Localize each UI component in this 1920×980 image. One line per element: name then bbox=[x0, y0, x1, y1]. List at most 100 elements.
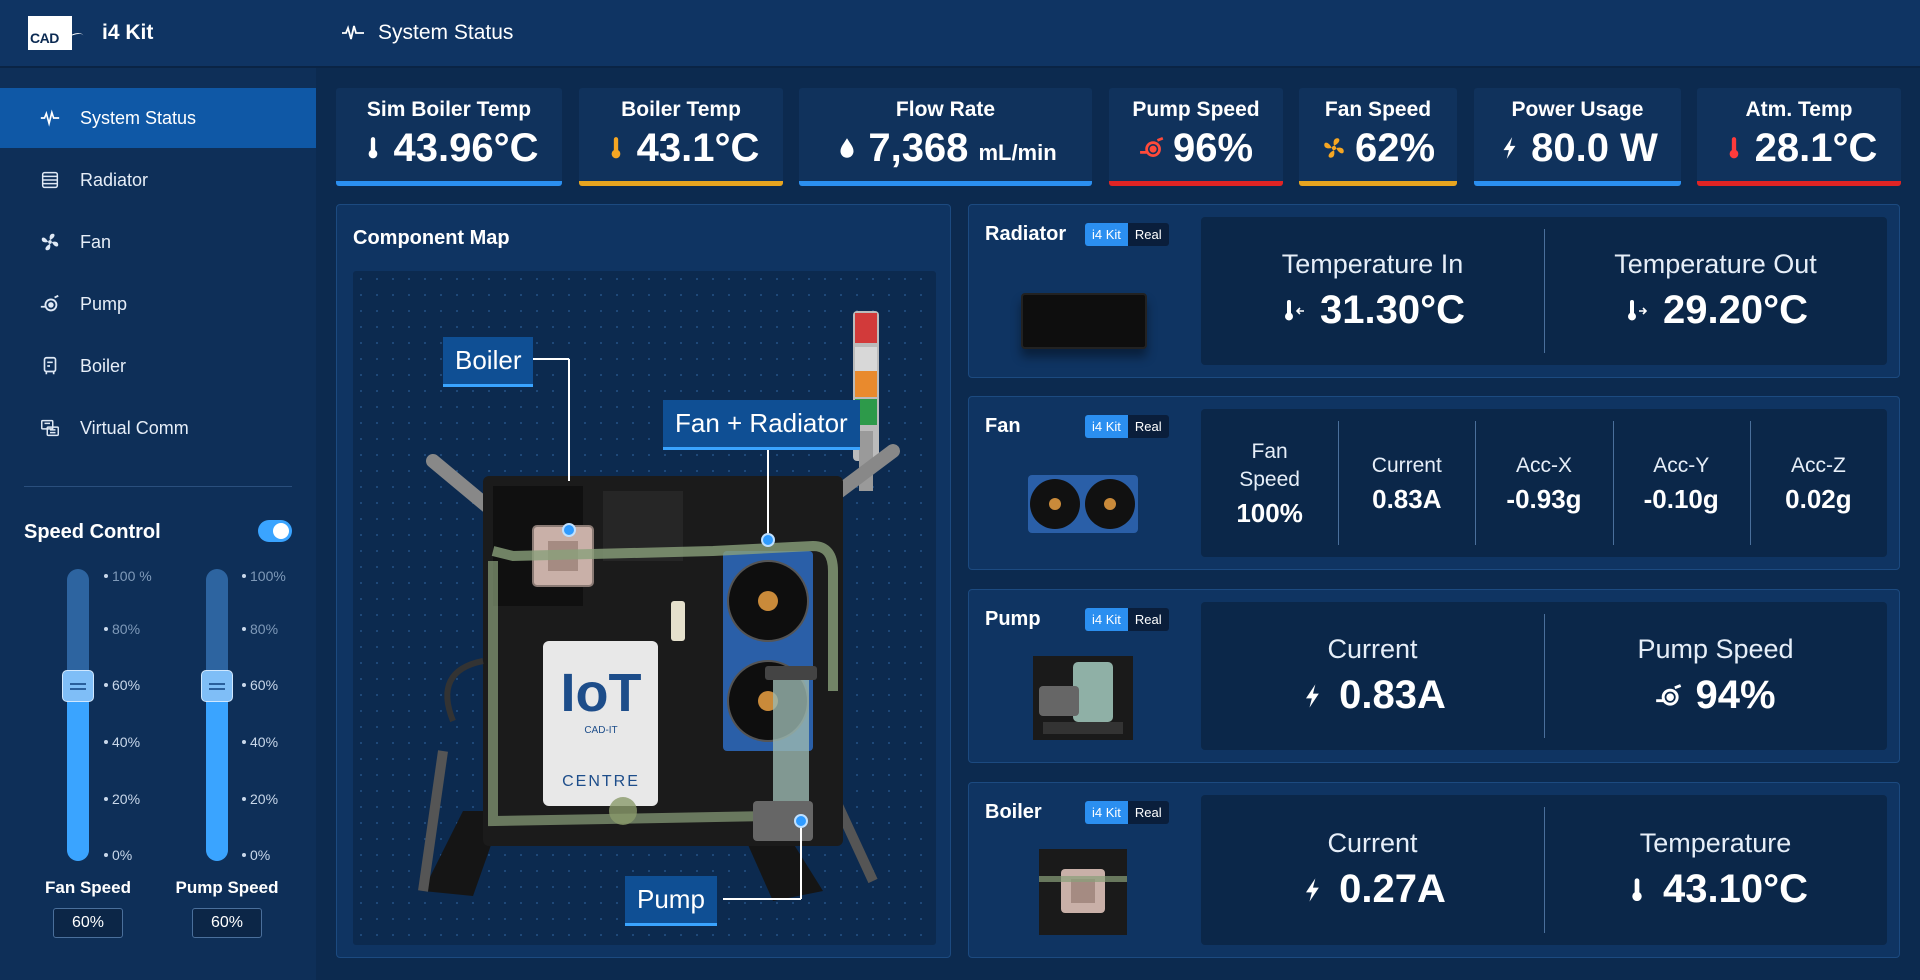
app-title: i4 Kit bbox=[102, 21, 154, 44]
pump-tick: 40% bbox=[242, 734, 278, 750]
metric-label: Current bbox=[1371, 453, 1442, 477]
sidebar-item-pump[interactable]: Pump bbox=[0, 274, 316, 334]
sidebar-item-fan[interactable]: Fan bbox=[0, 212, 316, 272]
speed-control-toggle[interactable] bbox=[258, 520, 292, 542]
pulse-icon bbox=[38, 106, 62, 130]
sidebar-item-radiator[interactable]: Radiator bbox=[0, 150, 316, 210]
fan-radiator-callout[interactable]: Fan + Radiator bbox=[663, 400, 860, 450]
badge-i4-kit[interactable]: i4 Kit bbox=[1085, 801, 1128, 824]
metric-current: Current 0.27A bbox=[1201, 795, 1544, 945]
sidebar-nav: System Status Radiator Fan Pump Boiler V… bbox=[0, 88, 316, 458]
metric-temperature-in: Temperature In 31.30°C bbox=[1201, 217, 1544, 365]
metric-value: -0.93g bbox=[1506, 483, 1582, 514]
pump-icon bbox=[38, 292, 62, 316]
metric-label: Acc-Y bbox=[1653, 453, 1710, 477]
fan-tick: 20% bbox=[104, 791, 140, 807]
metric-value: 31.30°C bbox=[1320, 288, 1465, 332]
kpi-label: Pump Speed bbox=[1132, 98, 1260, 121]
thermometer-in-icon bbox=[1285, 299, 1304, 320]
fan-speed-fill bbox=[67, 685, 89, 861]
pump-tick: 100% bbox=[242, 568, 286, 584]
badge-real[interactable]: Real bbox=[1127, 415, 1169, 438]
kpi-sim-boiler-temp: Sim Boiler Temp 43.96°C bbox=[336, 88, 562, 186]
pump-icon bbox=[1139, 126, 1165, 171]
boiler-metrics: Current 0.27A Temperature 43.10°C bbox=[1201, 795, 1887, 945]
thermometer-icon bbox=[1632, 877, 1642, 901]
kpi-flow-rate: Flow Rate 7,368 mL/min bbox=[799, 88, 1092, 186]
metric-pump-speed: Pump Speed 94% bbox=[1544, 602, 1887, 750]
badge-real[interactable]: Real bbox=[1127, 223, 1169, 246]
pump-icon bbox=[1656, 683, 1682, 706]
pump-tick: 20% bbox=[242, 791, 278, 807]
component-map-area: IoT CAD-IT CENTRE Boiler Fan + Radiator … bbox=[353, 271, 936, 945]
sidebar-item-label: Fan bbox=[80, 231, 112, 252]
pump-speed-value[interactable]: 60% bbox=[192, 908, 262, 938]
pump-speed-slider[interactable] bbox=[206, 569, 228, 861]
pump-speed-label: Pump Speed bbox=[175, 878, 279, 897]
badge-i4-kit[interactable]: i4 Kit bbox=[1085, 223, 1128, 246]
metric-label: Current bbox=[1327, 828, 1418, 858]
metric-acc-z: Acc-Z 0.02g bbox=[1749, 409, 1887, 557]
sidebar-item-virtual-comm[interactable]: Virtual Comm bbox=[0, 398, 316, 458]
metric-value: 0.83A bbox=[1372, 483, 1442, 514]
kpi-value: 28.1°C bbox=[1754, 126, 1878, 170]
badge-real[interactable]: Real bbox=[1127, 801, 1169, 824]
bolt-icon bbox=[1306, 877, 1319, 902]
thermometer-icon bbox=[1721, 126, 1747, 171]
source-toggle: i4 Kit Real bbox=[1085, 223, 1169, 246]
kpi-bar bbox=[579, 181, 783, 186]
boiler-marker[interactable] bbox=[562, 523, 576, 537]
metric-label: Temperature In bbox=[1281, 249, 1464, 279]
kpi-value: 80.0 W bbox=[1531, 126, 1658, 170]
pump-panel: Pump i4 Kit Real Current 0.83A Pump Spee… bbox=[968, 589, 1900, 763]
sidebar: CAD i4 Kit System Status Radiator Fan Pu… bbox=[0, 0, 316, 980]
pump-speed-handle[interactable] bbox=[201, 669, 233, 702]
metric-label: Temperature Out bbox=[1614, 249, 1817, 279]
kpi-unit: mL/min bbox=[978, 140, 1057, 165]
iot-logo-small: CAD-IT bbox=[584, 725, 617, 736]
pump-callout[interactable]: Pump bbox=[625, 876, 717, 926]
metric-value: 0.27A bbox=[1339, 867, 1446, 911]
virtual-comm-icon bbox=[38, 416, 62, 440]
kpi-value: 43.96°C bbox=[393, 126, 539, 170]
fan-speed-slider[interactable] bbox=[67, 569, 89, 861]
fan-speed-value[interactable]: 60% bbox=[53, 908, 123, 938]
pump-tick: 60% bbox=[242, 677, 278, 693]
fan-tick: 100 % bbox=[104, 568, 152, 584]
cad-logo: CAD bbox=[28, 16, 86, 50]
fan-tick: 60% bbox=[104, 677, 140, 693]
boiler-icon bbox=[38, 354, 62, 378]
sidebar-item-label: Radiator bbox=[80, 169, 149, 190]
sidebar-divider bbox=[24, 486, 292, 487]
sidebar-item-system-status[interactable]: System Status bbox=[0, 88, 316, 148]
fan-radiator-marker[interactable] bbox=[761, 533, 775, 547]
radiator-panel: Radiator i4 Kit Real Temperature In 31.3… bbox=[968, 204, 1900, 378]
sidebar-item-boiler[interactable]: Boiler bbox=[0, 336, 316, 396]
panel-title: Boiler bbox=[985, 801, 1042, 823]
metric-value: 94% bbox=[1695, 673, 1776, 717]
component-map-panel: Component Map IoT CAD-IT CENTRE Boiler F… bbox=[336, 204, 951, 958]
badge-real[interactable]: Real bbox=[1127, 608, 1169, 631]
fan-metrics: Fan Speed 100% Current 0.83A Acc-X -0.93… bbox=[1201, 409, 1887, 557]
iot-logo-text: IoT bbox=[561, 663, 642, 723]
thermometer-out-icon bbox=[1628, 299, 1648, 320]
kpi-power-usage: Power Usage 80.0 W bbox=[1474, 88, 1681, 186]
fan-tick: 80% bbox=[104, 621, 140, 637]
boiler-callout[interactable]: Boiler bbox=[443, 337, 534, 387]
bolt-icon bbox=[1306, 683, 1319, 708]
metric-value: 0.02g bbox=[1785, 483, 1852, 514]
metric-temperature-out: Temperature Out 29.20°C bbox=[1544, 217, 1887, 365]
badge-i4-kit[interactable]: i4 Kit bbox=[1085, 415, 1128, 438]
metric-acc-x: Acc-X -0.93g bbox=[1475, 409, 1612, 557]
pump-marker[interactable] bbox=[794, 814, 808, 828]
fan-tick: 40% bbox=[104, 734, 140, 750]
pump-tick: 0% bbox=[242, 847, 270, 863]
metric-value: -0.10g bbox=[1643, 483, 1719, 514]
radiator-image bbox=[1021, 293, 1147, 349]
metric-value: 29.20°C bbox=[1663, 288, 1808, 332]
fan-speed-handle[interactable] bbox=[62, 669, 94, 702]
boiler-image bbox=[1039, 849, 1127, 935]
badge-i4-kit[interactable]: i4 Kit bbox=[1085, 608, 1128, 631]
metric-value: 100% bbox=[1236, 497, 1303, 528]
sidebar-item-label: Virtual Comm bbox=[80, 417, 189, 438]
